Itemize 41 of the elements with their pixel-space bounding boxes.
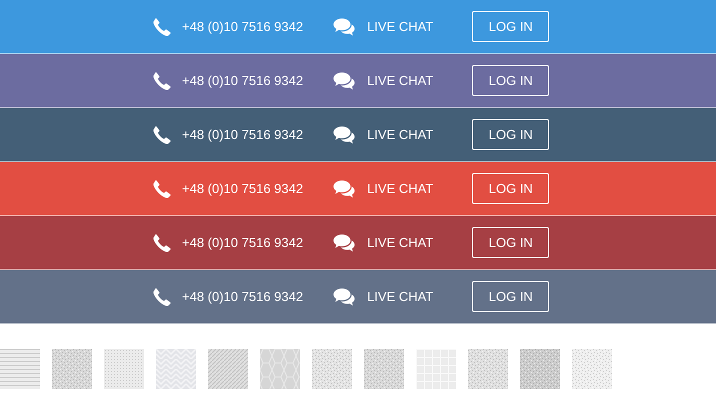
- phone-icon: [153, 126, 171, 144]
- phone-icon: [153, 288, 171, 306]
- login-button[interactable]: LOG IN: [472, 65, 550, 96]
- pattern-swatch[interactable]: [468, 349, 508, 389]
- pattern-swatch[interactable]: [260, 349, 300, 389]
- live-chat-link[interactable]: LIVE CHAT: [367, 127, 434, 142]
- phone-number: +48 (0)10 7516 9342: [182, 289, 304, 304]
- login-button[interactable]: LOG IN: [472, 11, 550, 42]
- login-button[interactable]: LOG IN: [472, 119, 550, 150]
- pattern-swatch[interactable]: [156, 349, 196, 389]
- live-chat-link[interactable]: LIVE CHAT: [367, 19, 434, 34]
- phone-icon: [153, 18, 171, 36]
- chat-icon: [333, 72, 356, 90]
- chat-icon: [333, 288, 356, 306]
- phone-number: +48 (0)10 7516 9342: [182, 181, 304, 196]
- phone-number: +48 (0)10 7516 9342: [182, 235, 304, 250]
- phone-icon: [153, 180, 171, 198]
- phone-icon: [153, 234, 171, 252]
- phone-number: +48 (0)10 7516 9342: [182, 127, 304, 142]
- pattern-swatch[interactable]: [312, 349, 352, 389]
- phone-icon: [153, 72, 171, 90]
- login-button[interactable]: LOG IN: [472, 227, 550, 258]
- pattern-swatch[interactable]: [364, 349, 404, 389]
- live-chat-link[interactable]: LIVE CHAT: [367, 235, 434, 250]
- chat-icon: [333, 180, 356, 198]
- live-chat-link[interactable]: LIVE CHAT: [367, 289, 434, 304]
- live-chat-link[interactable]: LIVE CHAT: [367, 181, 434, 196]
- chat-icon: [333, 234, 356, 252]
- pattern-swatch[interactable]: [520, 349, 560, 389]
- chat-icon: [333, 126, 356, 144]
- chat-icon: [333, 18, 356, 36]
- pattern-swatch[interactable]: [572, 349, 612, 389]
- phone-number: +48 (0)10 7516 9342: [182, 73, 304, 88]
- pattern-swatch[interactable]: [0, 349, 40, 389]
- pattern-swatch[interactable]: [52, 349, 92, 389]
- live-chat-link[interactable]: LIVE CHAT: [367, 73, 434, 88]
- phone-number: +48 (0)10 7516 9342: [182, 19, 304, 34]
- login-button[interactable]: LOG IN: [472, 281, 550, 312]
- pattern-swatch[interactable]: [104, 349, 144, 389]
- login-button[interactable]: LOG IN: [472, 173, 550, 204]
- pattern-swatch[interactable]: [208, 349, 248, 389]
